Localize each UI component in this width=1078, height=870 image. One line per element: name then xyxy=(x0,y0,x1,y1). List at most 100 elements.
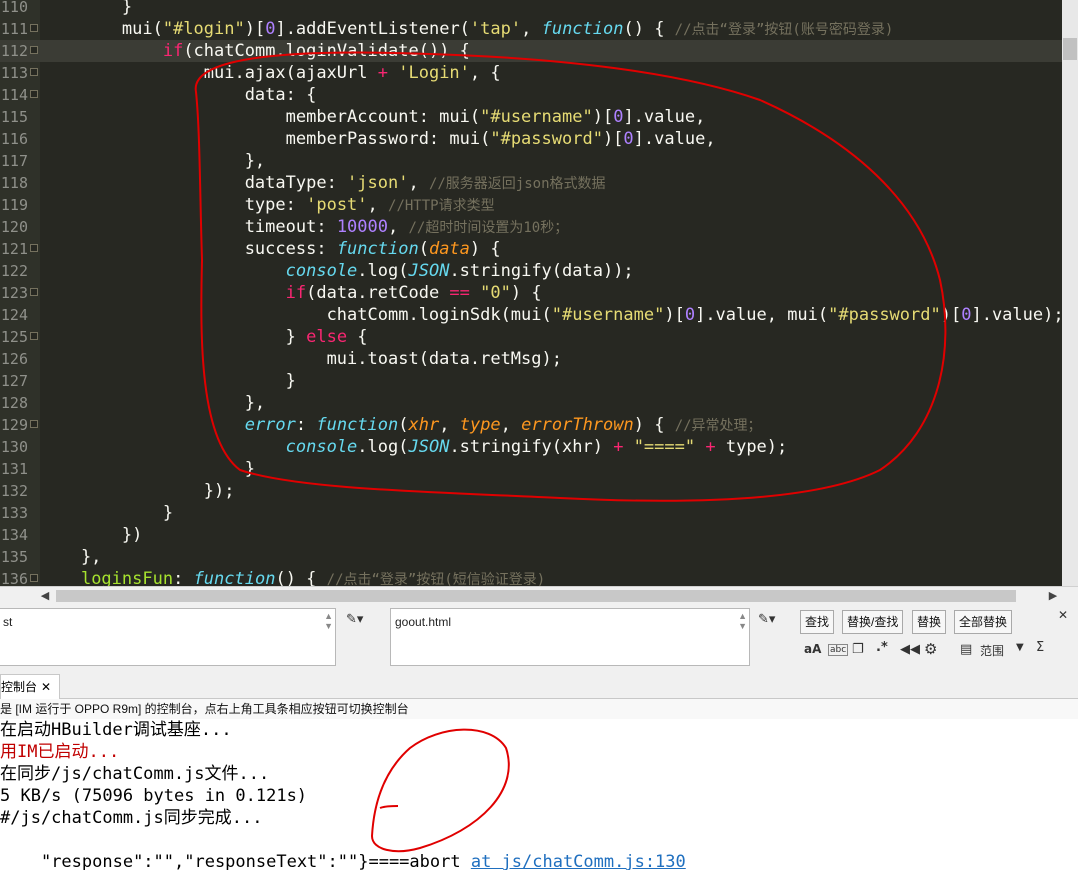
find-button[interactable]: 查找 xyxy=(800,610,835,634)
horizontal-scrollbar[interactable]: ◀ ▶ xyxy=(0,586,1078,605)
replace-find-button[interactable]: 替换/查找 xyxy=(842,610,904,634)
code-text: if(chatComm.loginValidate()) { xyxy=(162,41,470,61)
console-tab-bar: 控制台 ✕ xyxy=(0,672,1078,699)
code-line[interactable]: 116 memberPassword: mui("#password")[0].… xyxy=(0,128,1062,150)
code-text: }, xyxy=(40,393,266,413)
gear-icon[interactable]: ⚙ xyxy=(924,640,937,658)
sigma-icon[interactable]: Σ xyxy=(1036,640,1044,655)
line-number: 128 xyxy=(0,394,28,412)
regex-icon[interactable]: .* xyxy=(876,640,888,655)
horizontal-scrollbar-thumb[interactable] xyxy=(56,590,1016,602)
find-options-icon[interactable]: ✎▾ xyxy=(346,612,363,627)
code-text: dataType: 'json', //服务器返回json格式数据 xyxy=(40,173,606,193)
code-line[interactable]: 122 console.log(JSON.stringify(data)); xyxy=(0,260,1062,282)
code-line[interactable]: 110 } xyxy=(0,0,1062,18)
code-text: } xyxy=(40,503,174,523)
code-line[interactable]: 119 type: 'post', //HTTP请求类型 xyxy=(0,194,1062,216)
code-text: memberPassword: mui("#password")[0].valu… xyxy=(40,129,716,149)
fold-toggle-icon[interactable] xyxy=(30,46,38,54)
line-number: 116 xyxy=(0,130,28,148)
line-number: 136 xyxy=(0,570,28,586)
code-line[interactable]: 134 }) xyxy=(0,524,1062,546)
code-line[interactable]: 124 chatComm.loginSdk(mui("#username")[0… xyxy=(0,304,1062,326)
replace-all-button[interactable]: 全部替换 xyxy=(954,610,1013,634)
code-text: console.log(JSON.stringify(xhr) + "===="… xyxy=(285,437,788,457)
code-line[interactable]: 129 error: function(xhr, type, errorThro… xyxy=(0,414,1062,436)
code-line[interactable]: 120 timeout: 10000, //超时时间设置为10秒； xyxy=(0,216,1062,238)
code-text: }) xyxy=(40,525,143,545)
replace-options-icon[interactable]: ✎▾ xyxy=(758,612,775,627)
code-line[interactable]: 123 if(data.retCode == "0") { xyxy=(0,282,1062,304)
code-line[interactable]: 118 dataType: 'json', //服务器返回json格式数据 xyxy=(0,172,1062,194)
scope-icon[interactable]: ▤ xyxy=(960,642,972,657)
code-line[interactable]: 115 memberAccount: mui("#username")[0].v… xyxy=(0,106,1062,128)
replace-input[interactable]: goout.html ▲ ▼ xyxy=(390,608,750,666)
code-line[interactable]: 136 loginsFun: function() { //点击“登录”按钮(短… xyxy=(0,568,1062,586)
line-number: 118 xyxy=(0,174,28,192)
code-line[interactable]: 126 mui.toast(data.retMsg); xyxy=(0,348,1062,370)
code-editor[interactable]: 110 } 111 mui("#login")[0].addEventListen… xyxy=(0,0,1062,586)
line-number: 121 xyxy=(0,240,28,258)
code-line[interactable]: 114 data: { xyxy=(0,84,1062,106)
whole-word-icon[interactable]: abc xyxy=(828,644,849,656)
tab-console[interactable]: 控制台 ✕ xyxy=(0,674,60,699)
find-input[interactable]: st ▲ ▼ xyxy=(0,608,336,666)
copy-icon[interactable]: ❐ xyxy=(852,642,864,657)
line-number: 123 xyxy=(0,284,28,302)
code-text: }); xyxy=(40,481,235,501)
scroll-right-icon[interactable]: ▶ xyxy=(1044,587,1062,605)
fold-toggle-icon[interactable] xyxy=(30,24,38,32)
console-info-text: 是 [IM 运行于 OPPO R9m] 的控制台，点右上角工具条相应按钮可切换控… xyxy=(0,702,409,716)
code-line[interactable]: 113 mui.ajax(ajaxUrl + 'Login', { xyxy=(0,62,1062,84)
line-number: 125 xyxy=(0,328,28,346)
code-line[interactable]: 121 success: function(data) { xyxy=(0,238,1062,260)
code-text: data: { xyxy=(40,85,317,105)
code-text: mui.ajax(ajaxUrl + 'Login', { xyxy=(40,63,501,83)
code-line[interactable]: 125 } else { xyxy=(0,326,1062,348)
scroll-left-icon[interactable]: ◀ xyxy=(36,587,54,605)
vertical-scrollbar[interactable] xyxy=(1062,0,1078,586)
code-text: error: function(xhr, type, errorThrown) … xyxy=(244,415,762,435)
close-tab-icon[interactable]: ✕ xyxy=(41,675,51,699)
console-line: 在同步/js/chatComm.js文件... xyxy=(0,764,270,784)
source-link[interactable]: at js/chatComm.js:130 xyxy=(471,852,686,870)
code-line[interactable]: 117 }, xyxy=(0,150,1062,172)
fold-toggle-icon[interactable] xyxy=(30,68,38,76)
line-number: 111 xyxy=(0,20,28,38)
line-number: 117 xyxy=(0,152,28,170)
code-line[interactable]: 128 }, xyxy=(0,392,1062,414)
fold-toggle-icon[interactable] xyxy=(30,90,38,98)
line-number: 112 xyxy=(0,42,28,60)
code-line[interactable]: 127 } xyxy=(0,370,1062,392)
code-text: } xyxy=(40,0,133,17)
line-number: 134 xyxy=(0,526,28,544)
code-line[interactable]: 132 }); xyxy=(0,480,1062,502)
line-number: 132 xyxy=(0,482,28,500)
scope-label[interactable]: 范围 xyxy=(980,642,1004,659)
code-text: loginsFun: function() { //点击“登录”按钮(短信验证登… xyxy=(80,569,546,586)
fold-toggle-icon[interactable] xyxy=(30,244,38,252)
vertical-scrollbar-thumb[interactable] xyxy=(1063,38,1077,60)
fold-toggle-icon[interactable] xyxy=(30,574,38,582)
code-text: } else { xyxy=(40,327,368,347)
line-number: 127 xyxy=(0,372,28,390)
line-number: 122 xyxy=(0,262,28,280)
code-line[interactable]: 130 console.log(JSON.stringify(xhr) + "=… xyxy=(0,436,1062,458)
replace-button[interactable]: 替换 xyxy=(912,610,947,634)
scope-dropdown-icon[interactable]: ▼ xyxy=(1016,642,1024,653)
code-line[interactable]: 111 mui("#login")[0].addEventListener('t… xyxy=(0,18,1062,40)
code-line[interactable]: 135 }, xyxy=(0,546,1062,568)
match-case-icon[interactable]: aA xyxy=(804,642,821,656)
code-line[interactable]: 133 } xyxy=(0,502,1062,524)
rewind-icon[interactable]: ◀◀ xyxy=(900,642,920,657)
find-input-scroll-icon[interactable]: ▲ ▼ xyxy=(324,611,333,631)
fold-toggle-icon[interactable] xyxy=(30,288,38,296)
line-number: 130 xyxy=(0,438,28,456)
code-line[interactable]: 131 } xyxy=(0,458,1062,480)
close-findbar-icon[interactable]: ✕ xyxy=(1058,608,1068,622)
fold-toggle-icon[interactable] xyxy=(30,332,38,340)
line-number: 131 xyxy=(0,460,28,478)
replace-input-scroll-icon[interactable]: ▲ ▼ xyxy=(738,611,747,631)
code-line[interactable]: 112 if(chatComm.loginValidate()) { xyxy=(0,40,1062,62)
fold-toggle-icon[interactable] xyxy=(30,420,38,428)
